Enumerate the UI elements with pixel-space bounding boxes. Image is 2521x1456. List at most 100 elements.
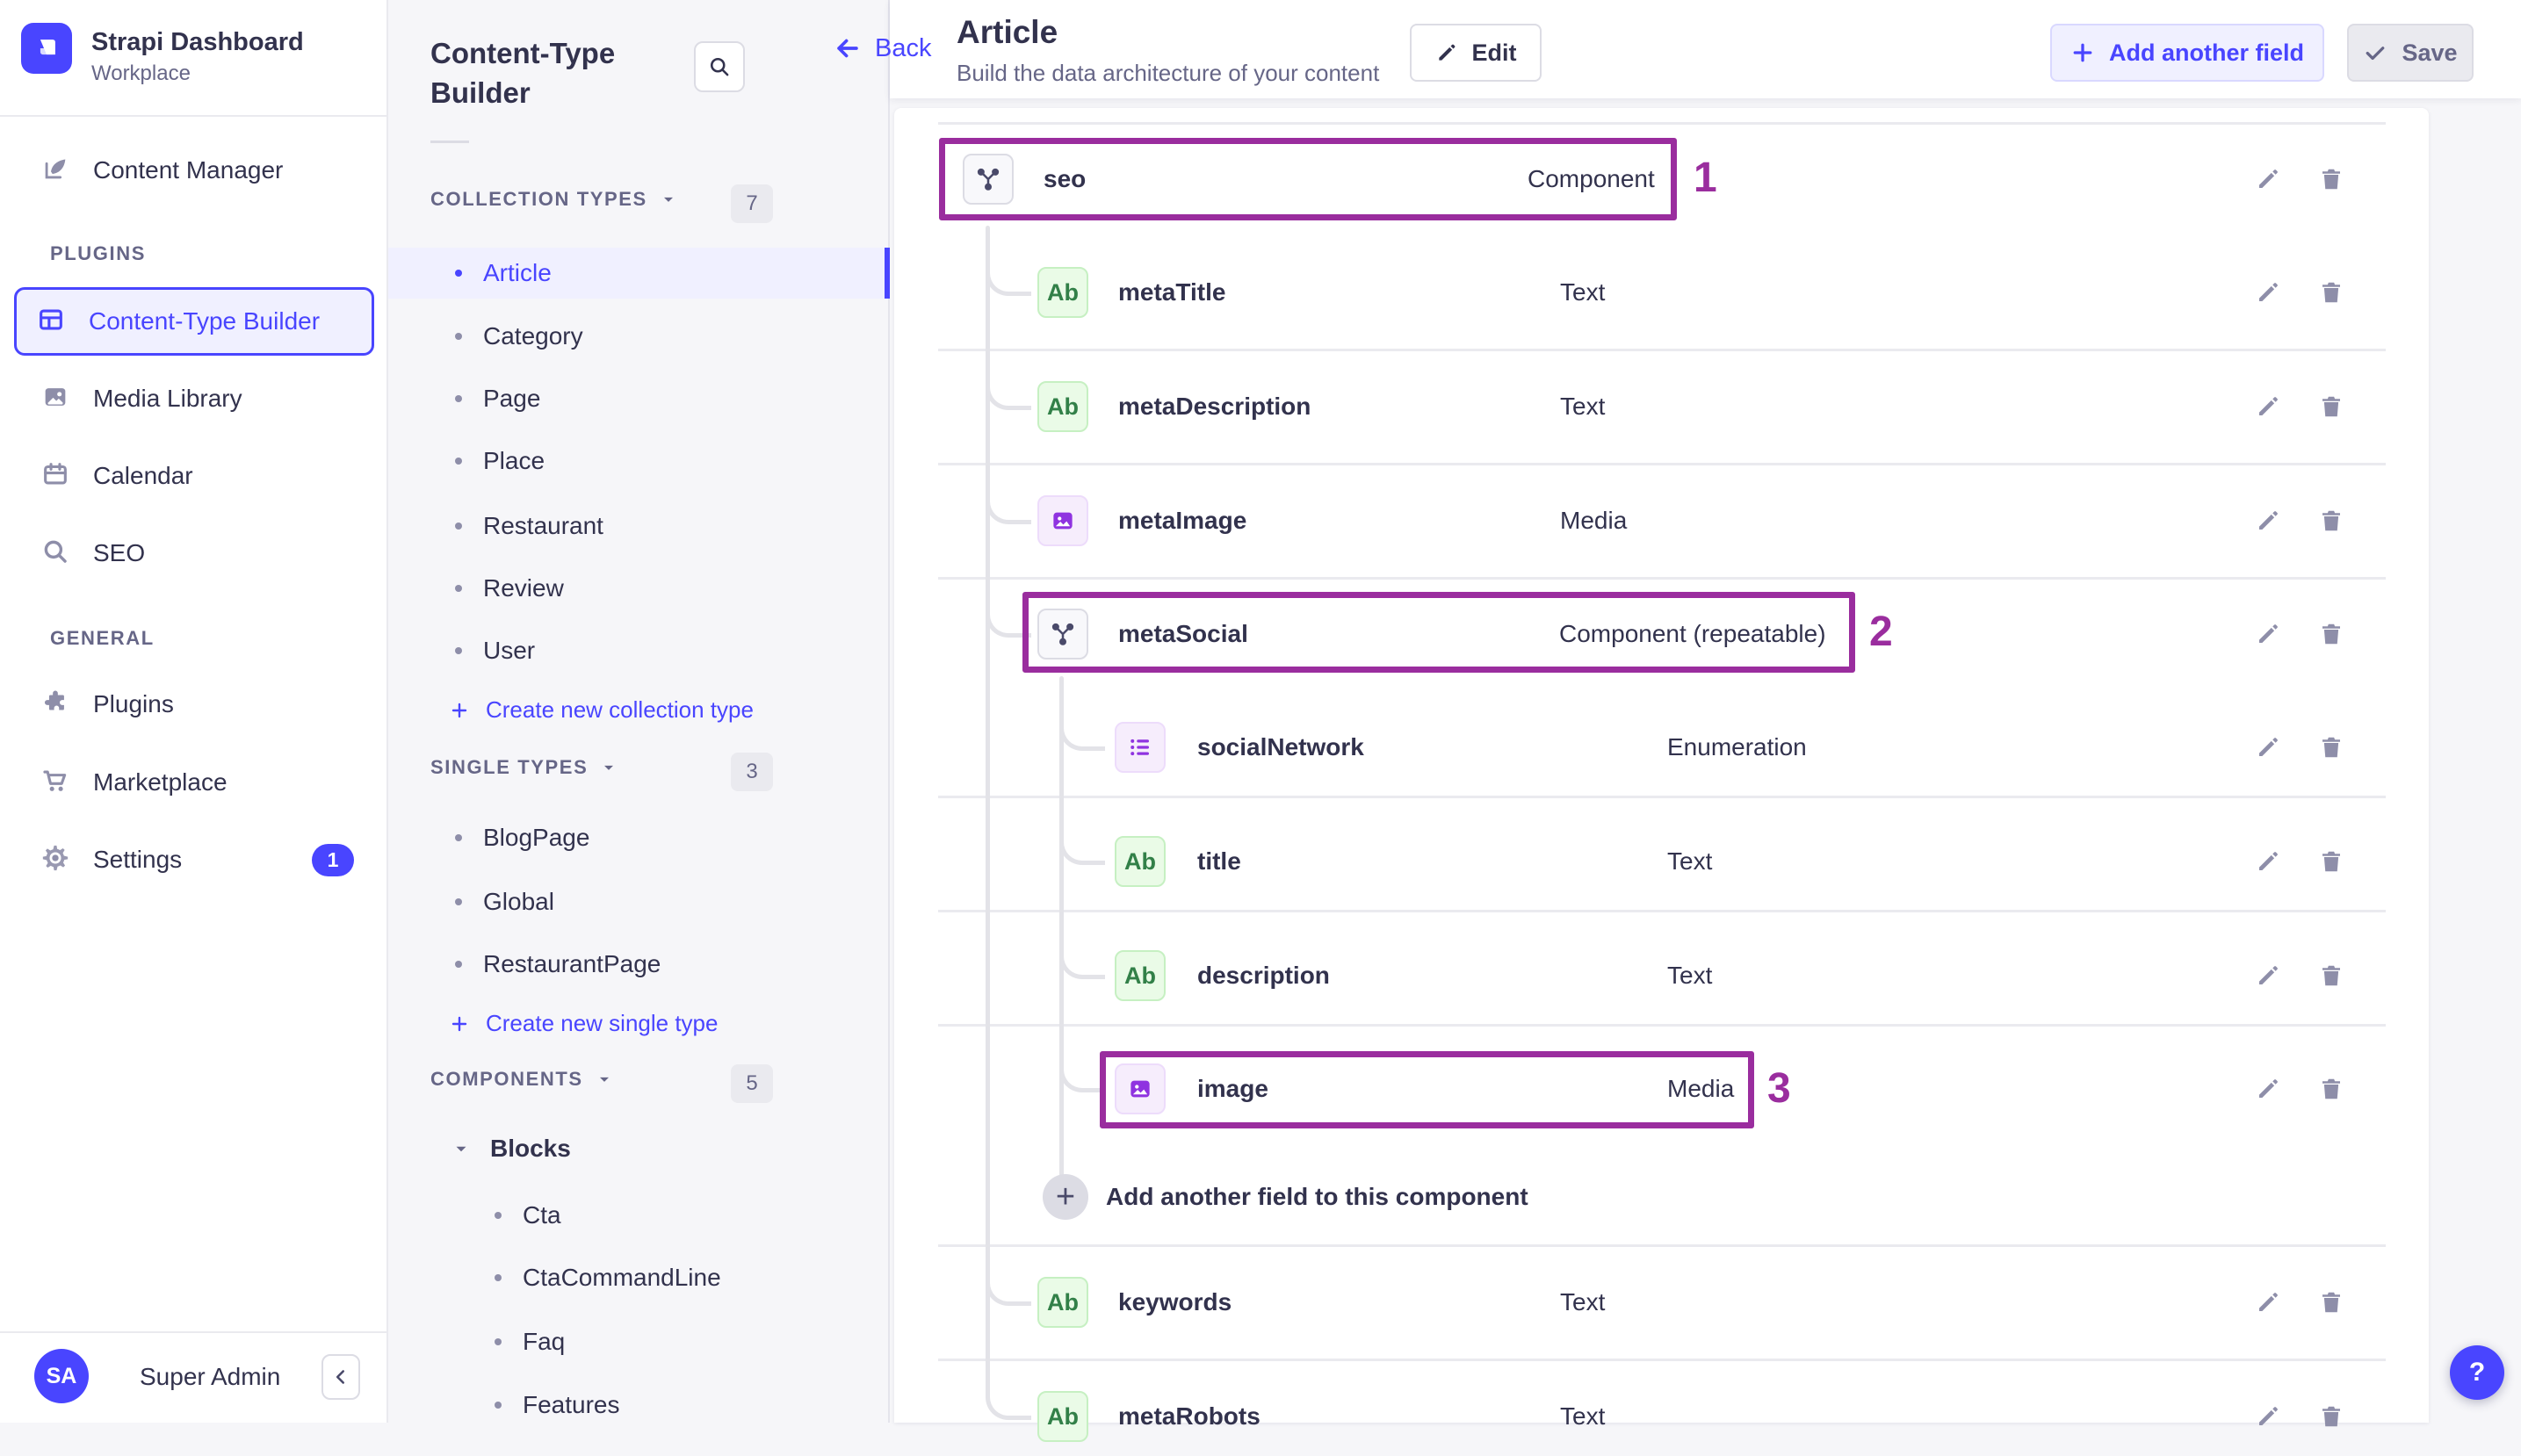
edit-field-button[interactable] <box>2252 618 2284 650</box>
edit-field-button[interactable] <box>2252 846 2284 877</box>
edit-button[interactable]: Edit <box>1410 24 1542 82</box>
sidebar-item-label: Settings <box>93 846 183 873</box>
field-type: Component <box>1528 165 1655 192</box>
collection-item-category[interactable]: Category <box>388 311 890 362</box>
delete-field-button[interactable] <box>2315 618 2347 650</box>
plus-icon <box>2073 43 2092 62</box>
collapse-sidebar-button[interactable] <box>321 1354 360 1400</box>
component-category-blocks[interactable]: Blocks <box>451 1135 571 1163</box>
field-type: Text <box>1667 962 1713 989</box>
row-divider <box>938 1024 2386 1027</box>
sidebar-item-label: Content-Type Builder <box>89 307 321 335</box>
sidebar-item-plugins[interactable]: Plugins <box>21 676 367 732</box>
delete-field-button[interactable] <box>2315 846 2347 877</box>
edit-field-button[interactable] <box>2252 1287 2284 1318</box>
field-type: Media <box>1667 1075 1735 1102</box>
workspace-subtitle: Workplace <box>91 61 191 85</box>
row-divider <box>938 349 2386 351</box>
enumeration-field-icon <box>1115 722 1166 773</box>
bullet-icon <box>455 458 462 465</box>
bullet-icon <box>455 898 462 905</box>
single-item-blogpage[interactable]: BlogPage <box>388 812 890 863</box>
field-name: metaImage <box>1118 507 1247 534</box>
field-type: Media <box>1560 507 1628 534</box>
row-divider <box>938 463 2386 465</box>
search-seo-icon <box>40 537 70 571</box>
sidebar-item-content-manager[interactable]: Content Manager <box>21 142 367 198</box>
components-header[interactable]: COMPONENTS <box>430 1068 613 1091</box>
edit-field-button[interactable] <box>2252 277 2284 308</box>
create-single-type-link[interactable]: Create new single type <box>449 1010 718 1037</box>
edit-field-button[interactable] <box>2252 960 2284 991</box>
field-row-socialnetwork: socialNetwork Enumeration <box>894 708 2429 787</box>
delete-field-button[interactable] <box>2315 1287 2347 1318</box>
row-divider <box>938 1359 2386 1361</box>
collection-item-article[interactable]: Article <box>388 248 890 299</box>
search-button[interactable] <box>694 41 745 92</box>
single-item-restaurantpage[interactable]: RestaurantPage <box>388 939 890 990</box>
single-item-global[interactable]: Global <box>388 876 890 927</box>
row-divider <box>938 122 2386 125</box>
section-label: SINGLE TYPES <box>430 756 589 778</box>
delete-field-button[interactable] <box>2315 960 2347 991</box>
pencil-icon <box>1438 44 1455 61</box>
delete-field-button[interactable] <box>2315 1073 2347 1105</box>
save-button[interactable]: Save <box>2347 24 2474 82</box>
collection-item-review[interactable]: Review <box>388 563 890 614</box>
help-button[interactable]: ? <box>2450 1345 2504 1400</box>
sidebar-item-content-type-builder[interactable]: Content-Type Builder <box>14 287 374 356</box>
single-types-header[interactable]: SINGLE TYPES <box>430 756 618 779</box>
collection-item-restaurant[interactable]: Restaurant <box>388 501 890 551</box>
delete-field-button[interactable] <box>2315 732 2347 763</box>
bullet-icon <box>455 961 462 968</box>
puzzle-icon <box>40 688 70 722</box>
bullet-icon <box>455 834 462 841</box>
delete-field-button[interactable] <box>2315 391 2347 422</box>
collection-item-page[interactable]: Page <box>388 373 890 424</box>
component-item-features[interactable]: Features <box>388 1380 890 1431</box>
add-component-field-label[interactable]: Add another field to this component <box>1106 1183 1528 1211</box>
edit-field-button[interactable] <box>2252 732 2284 763</box>
field-row-image: image Media <box>894 1049 2429 1128</box>
bullet-icon <box>495 1338 502 1345</box>
field-type: Text <box>1560 1288 1606 1315</box>
collection-types-header[interactable]: COLLECTION TYPES <box>430 188 677 211</box>
bullet-icon <box>455 395 462 402</box>
edit-field-button[interactable] <box>2252 1073 2284 1105</box>
arrow-left-icon <box>837 39 858 58</box>
delete-field-button[interactable] <box>2315 163 2347 195</box>
chevron-down-icon <box>604 765 614 770</box>
component-item-ctacommandline[interactable]: CtaCommandLine <box>388 1252 890 1303</box>
sidebar-item-media-library[interactable]: Media Library <box>21 371 367 427</box>
sidebar-item-marketplace[interactable]: Marketplace <box>21 754 367 811</box>
user-name: Super Admin <box>140 1363 281 1390</box>
gear-icon <box>40 843 70 877</box>
add-another-field-button[interactable]: Add another field <box>2050 24 2324 82</box>
edit-field-button[interactable] <box>2252 391 2284 422</box>
delete-field-button[interactable] <box>2315 277 2347 308</box>
field-name: image <box>1197 1075 1268 1102</box>
edit-field-button[interactable] <box>2252 505 2284 537</box>
plus-icon <box>451 1016 467 1031</box>
edit-field-button[interactable] <box>2252 1401 2284 1432</box>
sidebar-item-calendar[interactable]: Calendar <box>21 448 367 504</box>
field-type: Text <box>1560 278 1606 306</box>
back-link[interactable]: Back <box>833 33 931 63</box>
component-item-cta[interactable]: Cta <box>388 1190 890 1241</box>
edit-field-button[interactable] <box>2252 163 2284 195</box>
component-item-faq[interactable]: Faq <box>388 1316 890 1367</box>
field-name: metaRobots <box>1118 1402 1260 1430</box>
field-row-metatitle: Ab metaTitle Text <box>894 253 2429 332</box>
delete-field-button[interactable] <box>2315 505 2347 537</box>
delete-field-button[interactable] <box>2315 1401 2347 1432</box>
field-type: Component (repeatable) <box>1559 620 1826 647</box>
sidebar-item-seo[interactable]: SEO <box>21 525 367 581</box>
component-icon <box>1037 609 1088 660</box>
collection-item-user[interactable]: User <box>388 625 890 676</box>
bullet-icon <box>455 523 462 530</box>
collection-item-place[interactable]: Place <box>388 436 890 487</box>
create-collection-type-link[interactable]: Create new collection type <box>449 696 754 724</box>
avatar[interactable]: SA <box>34 1349 89 1403</box>
media-field-icon <box>1115 1063 1166 1114</box>
add-component-field-button[interactable]: + <box>1043 1174 1088 1220</box>
